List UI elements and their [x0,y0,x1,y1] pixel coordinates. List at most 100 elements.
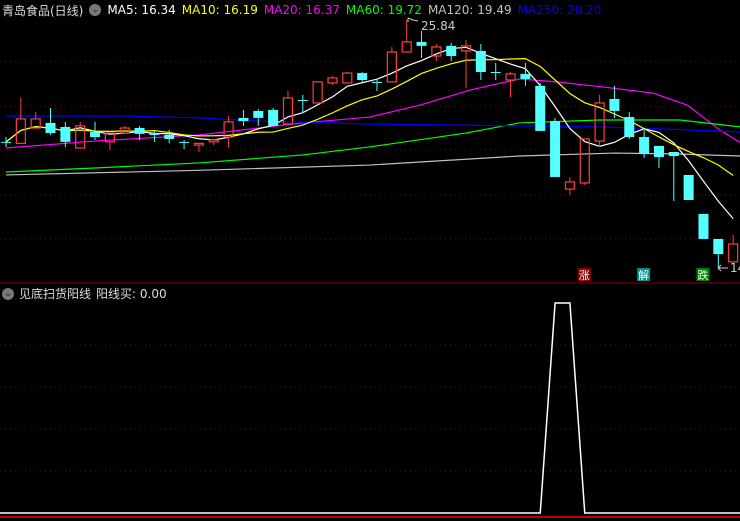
ma5-label: MA5: 16.34 [107,3,176,17]
ma120-line [5,152,740,176]
high-annotation: 25.84 [407,17,455,33]
candle-body [75,125,86,149]
candle-body [386,51,397,83]
candle-body [342,72,353,84]
candle-body [312,81,323,104]
kline-chart[interactable]: 25.84 14 涨 解 跌 [0,0,740,521]
candle-body [208,139,219,143]
candle-body [134,128,145,134]
candle [520,62,531,86]
indicator-line [6,302,734,514]
candle-body [550,121,561,178]
signal-marker-text: 解 [638,268,649,282]
ma120-label: MA120: 19.49 [427,3,512,17]
ma20-label: MA20: 16.37 [263,3,340,17]
candle [579,138,590,186]
candle-body [416,41,427,46]
candle [119,125,130,134]
candle-body [698,213,709,239]
candle-body [253,110,264,118]
candle [698,213,709,239]
candle-body [238,117,249,122]
candle-body [520,73,531,79]
candle-body [297,100,308,101]
candle-body [668,152,679,156]
candle-body [505,73,516,81]
candle [372,80,382,91]
stock-title[interactable]: 青岛食品(日线) [2,2,83,19]
candle-body [564,181,576,190]
candle [357,72,368,82]
candle [653,145,664,168]
low-annotation: 14 [717,261,740,275]
candle-body [653,145,664,158]
candle [193,142,205,152]
candle [594,94,605,147]
ma60-label: MA60: 19.72 [345,3,422,17]
candle-body [193,142,205,146]
candle-body [1,141,11,143]
low-label: 14 [730,261,740,275]
candle-body [372,81,382,83]
candle [386,46,397,83]
candle-body [179,141,190,143]
candle [208,138,219,146]
candle [15,97,26,144]
ma10-label: MA10: 16.19 [181,3,258,17]
candle [564,177,576,195]
candle-body [60,126,71,142]
candle [550,117,561,178]
signal-markers: 涨解跌 [577,268,710,282]
candle-body [475,50,486,72]
candle-body [683,174,694,200]
candle [312,81,323,104]
candle-body [579,138,590,184]
candle-body [45,122,56,134]
candles [1,20,739,268]
indicator-header: ⌄ 见底扫货阳线 阳线买: 0.00 [2,285,167,302]
candle [327,76,338,86]
candle-body [490,72,501,73]
candle-body [609,98,620,111]
candle-body [639,137,650,154]
indicator-value: 阳线买: 0.00 [96,287,167,301]
candle-body [268,109,279,126]
chevron-down-icon[interactable]: ⌄ [2,287,14,300]
candle [668,152,679,202]
signal-marker: 解 [637,268,651,282]
indicator-panel [0,302,740,514]
candle [535,82,546,131]
candle [30,112,41,129]
candle [104,132,115,150]
candle-body [446,45,457,56]
signal-marker: 跌 [696,268,710,282]
chevron-down-icon[interactable]: ⌄ [89,4,102,16]
candle-body [282,97,294,125]
candle [475,44,486,80]
ma20-line [5,78,740,149]
candle-body [713,238,724,255]
ma250-label: MA250: 20.20 [517,3,602,17]
candle [75,121,86,149]
candle-body [624,117,635,138]
candle [624,112,635,139]
candle [401,20,412,53]
candle-body [90,132,101,138]
candle-body [431,46,442,57]
candle-body [728,243,739,263]
candle [639,129,650,158]
signal-marker-text: 跌 [697,268,708,282]
candle [683,174,694,200]
ma5-line [5,46,734,220]
candle-body [164,134,175,139]
candle [446,42,457,62]
indicator-title[interactable]: 见底扫货阳线 [19,285,91,302]
candle [713,238,724,268]
candle [179,140,190,150]
candle [416,30,427,58]
candle [342,72,353,84]
candle [268,108,279,126]
candle [505,72,516,98]
signal-marker: 涨 [577,268,591,282]
candle-body [327,77,338,84]
